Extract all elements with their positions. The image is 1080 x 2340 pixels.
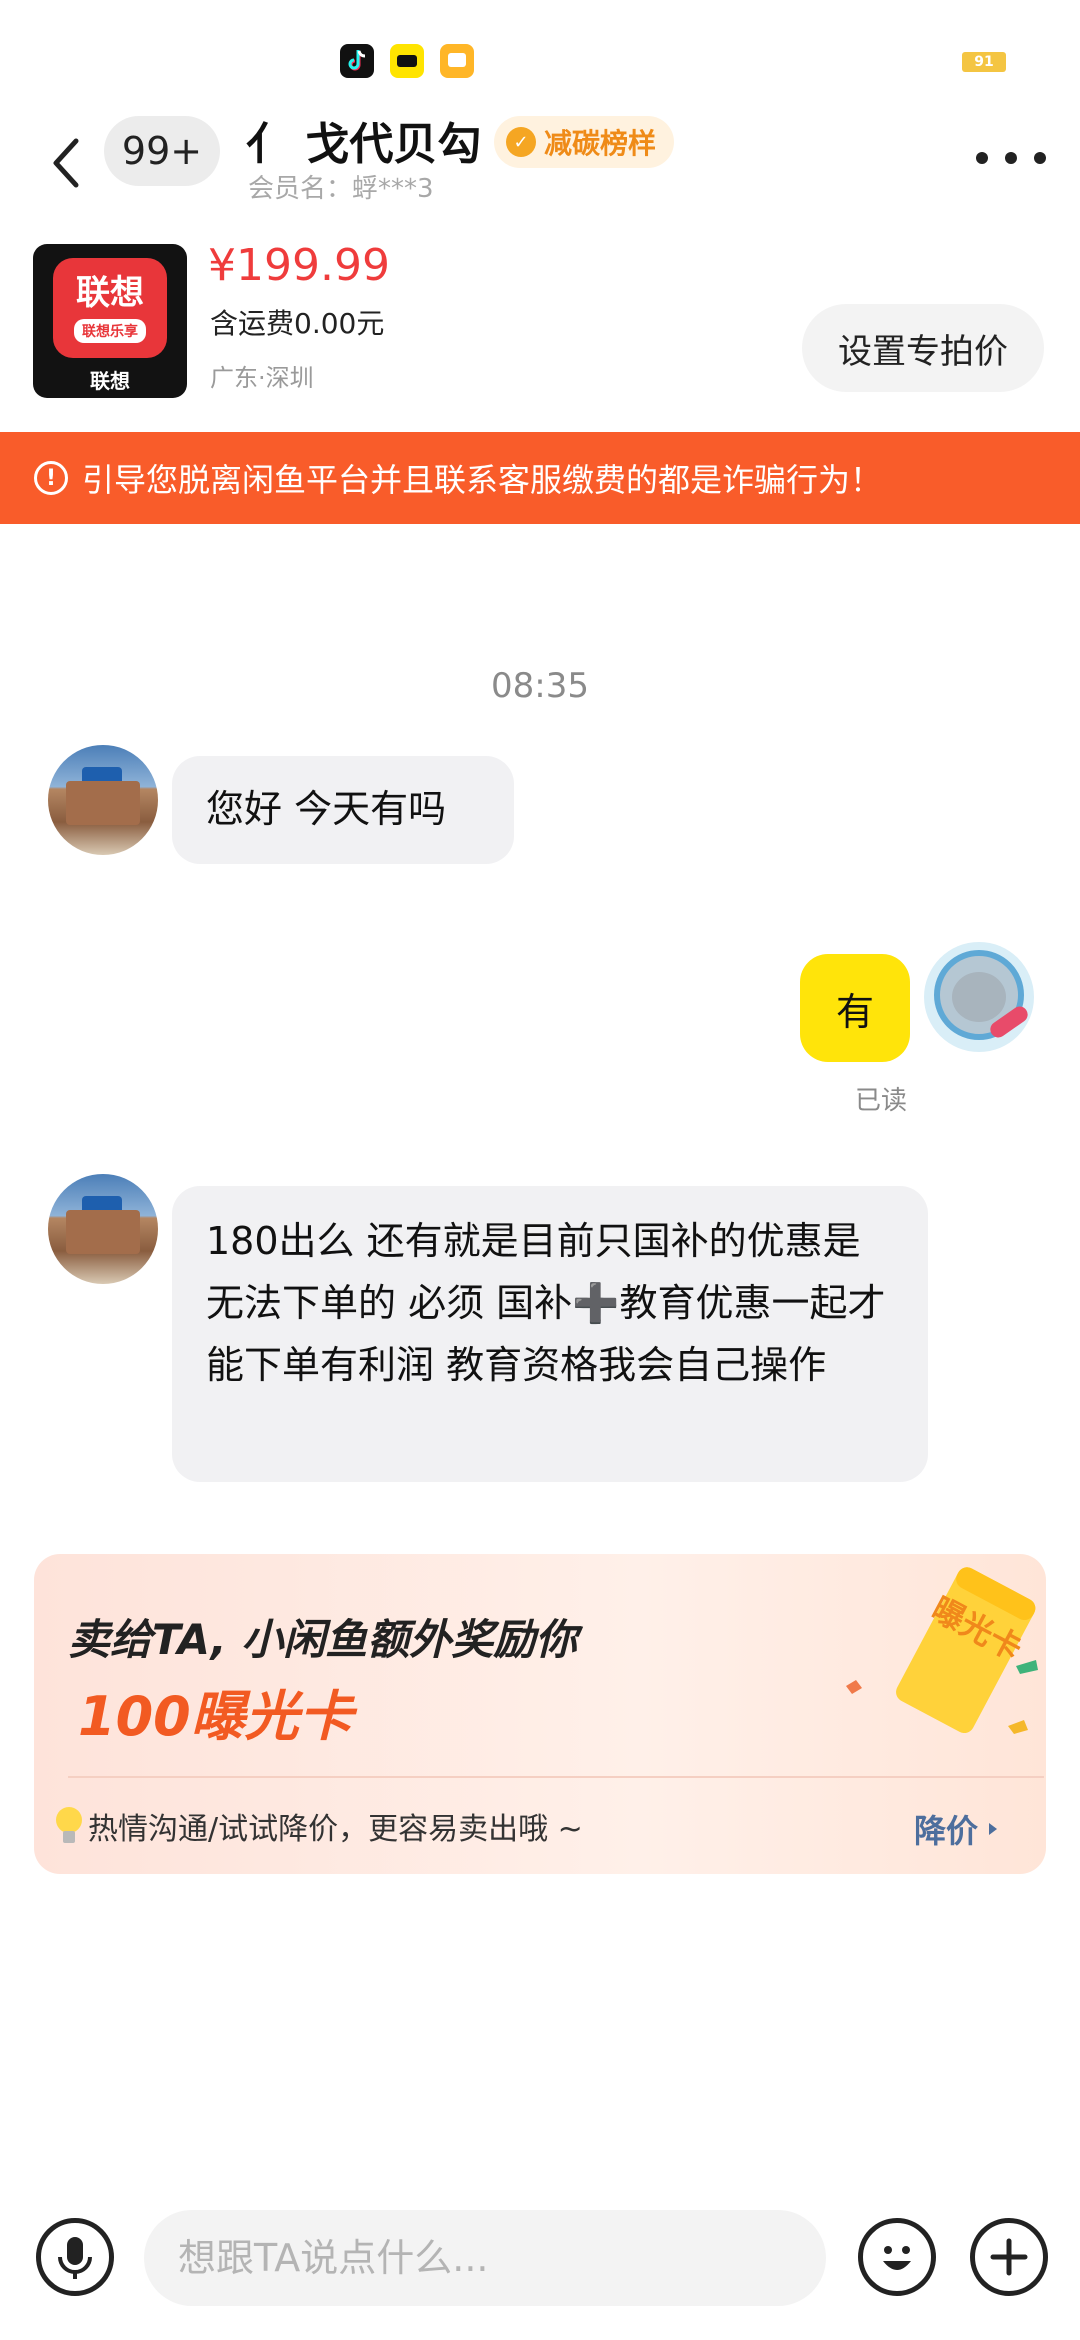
more-button[interactable] xyxy=(976,138,1046,178)
lenovo-logo: 联想 联想乐享 xyxy=(53,258,167,358)
contact-avatar[interactable] xyxy=(48,745,158,855)
carbon-badge[interactable]: ✓ 减碳榜样 xyxy=(494,116,675,168)
product-location: 广东·深圳 xyxy=(210,364,314,392)
more-actions-button[interactable] xyxy=(970,2218,1048,2296)
member-name: 会员名：蜉***3 xyxy=(248,174,434,204)
lower-price-link[interactable]: 降价 xyxy=(914,1806,1002,1852)
promo-reward: 100曝光卡 xyxy=(78,1685,353,1748)
voice-button[interactable] xyxy=(36,2218,114,2296)
battery-indicator: 91 xyxy=(962,52,1006,72)
read-status: 已读 xyxy=(855,1086,908,1116)
message-input[interactable] xyxy=(144,2210,826,2306)
product-card[interactable]: 联想 联想乐享 联想 ¥199.99 含运费0.00元 广东·深圳 设置专拍价 xyxy=(0,240,1080,430)
emoji-icon xyxy=(883,2246,911,2270)
plus-icon xyxy=(990,2238,1028,2276)
exposure-card-ticket-icon: 曝光卡 xyxy=(840,1562,1040,1752)
chat-header: 99+ 亻 戈代贝勾 ✓ 减碳榜样 会员名：蜉***3 xyxy=(0,110,1080,230)
divider xyxy=(68,1776,1044,1778)
message-bubble-outgoing[interactable]: 有 xyxy=(800,954,910,1062)
message-app-icon xyxy=(440,44,474,78)
set-special-price-button[interactable]: 设置专拍价 xyxy=(802,304,1044,392)
shipping-info: 含运费0.00元 xyxy=(210,307,385,340)
fraud-warning-banner: ! 引导您脱离闲鱼平台并且联系客服缴费的都是诈骗行为！ xyxy=(0,432,1080,524)
thumbnail-brand: 联想 xyxy=(90,369,130,393)
message-bubble-incoming[interactable]: 180出么 还有就是目前只国补的优惠是无法下单的 必须 国补➕教育优惠一起才能下… xyxy=(172,1186,928,1482)
message-bubble-incoming[interactable]: 您好 今天有吗 xyxy=(172,756,514,864)
contact-avatar[interactable] xyxy=(48,1174,158,1284)
warning-text: 引导您脱离闲鱼平台并且联系客服缴费的都是诈骗行为！ xyxy=(82,461,883,499)
product-price: ¥199.99 xyxy=(208,240,390,291)
promo-tip: 热情沟通/试试降价，更容易卖出哦 ~ xyxy=(56,1804,583,1848)
chat-timestamp: 08:35 xyxy=(491,666,589,706)
status-bar: 91 xyxy=(0,0,1080,110)
chevron-left-icon xyxy=(53,138,79,188)
alert-circle-icon: ! xyxy=(34,461,68,495)
carbon-badge-label: 减碳榜样 xyxy=(544,127,657,160)
my-avatar[interactable] xyxy=(924,942,1034,1052)
unread-count-badge[interactable]: 99+ xyxy=(104,116,220,186)
sell-reward-card[interactable]: 卖给TA, 小闲鱼额外奖励你 100曝光卡 曝光卡 热情沟通/试试降价，更容易卖… xyxy=(34,1554,1046,1874)
back-button[interactable] xyxy=(38,128,94,198)
app-badge-icon xyxy=(390,44,424,78)
product-thumbnail[interactable]: 联想 联想乐享 联想 xyxy=(33,244,187,398)
promo-tip-text: 热情沟通/试试降价，更容易卖出哦 ~ xyxy=(88,1812,583,1847)
emoji-button[interactable] xyxy=(858,2218,936,2296)
more-dots-icon xyxy=(976,152,988,164)
lightbulb-icon xyxy=(56,1807,82,1845)
promo-title: 卖给TA, 小闲鱼额外奖励你 xyxy=(68,1615,578,1664)
triangle-right-icon xyxy=(989,1823,998,1835)
leaf-icon: ✓ xyxy=(506,127,536,157)
tiktok-icon xyxy=(340,44,374,78)
microphone-icon xyxy=(58,2237,92,2279)
lower-price-label: 降价 xyxy=(914,1812,979,1850)
